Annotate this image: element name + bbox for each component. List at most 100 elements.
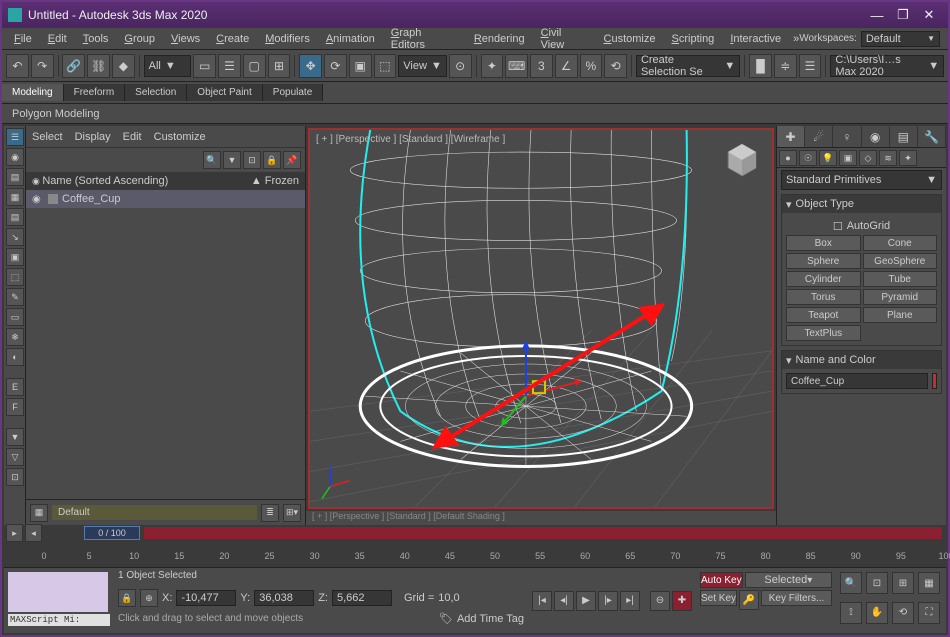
visibility-icon[interactable]: ◉ [32, 194, 44, 205]
tab-create[interactable]: ✚ [777, 126, 805, 147]
time-config-button[interactable]: ✚ [672, 591, 692, 611]
scene-tab-select[interactable]: Select [32, 131, 63, 143]
maximize-button[interactable]: ❐ [890, 5, 916, 25]
sub-systems-icon[interactable]: ✦ [899, 150, 917, 166]
menu-animation[interactable]: Animation [318, 31, 383, 47]
select-region-button[interactable]: ▢ [243, 54, 266, 78]
maxscript-listener[interactable]: MAXScript Mi: [8, 614, 110, 626]
shape-icon[interactable]: ↘ [6, 228, 24, 246]
filter-view-icon[interactable]: ▼ [223, 151, 241, 169]
setkey-button[interactable]: Set Key [700, 590, 737, 606]
tab-modify[interactable]: ☄ [805, 126, 833, 147]
sub-helpers-icon[interactable]: ◇ [859, 150, 877, 166]
sub-lights-icon[interactable]: 💡 [819, 150, 837, 166]
select-button[interactable]: ▭ [193, 54, 216, 78]
selection-set-icon[interactable]: ⊡ [243, 151, 261, 169]
viewcube[interactable] [722, 140, 762, 180]
book-icon[interactable]: ▤ [6, 168, 24, 186]
spinner-snap-button[interactable]: ⟲ [604, 54, 627, 78]
pyramid-button[interactable]: Pyramid [863, 289, 938, 305]
close-button[interactable]: ✕ [916, 5, 942, 25]
sub-shapes-icon[interactable]: ☉ [799, 150, 817, 166]
menu-edit[interactable]: Edit [40, 31, 75, 47]
autogrid-checkbox[interactable]: ☐ [833, 220, 843, 233]
timeline-tool1-icon[interactable]: ▸ [6, 524, 23, 542]
layer-default[interactable]: Default [52, 505, 257, 520]
unlink-button[interactable]: ⛓ [87, 54, 110, 78]
y-input[interactable]: 36,038 [254, 590, 314, 606]
textplus-button[interactable]: TextPlus [786, 325, 861, 341]
menu-modifiers[interactable]: Modifiers [257, 31, 318, 47]
named-selection-dropdown[interactable]: Create Selection Se▼ [636, 55, 740, 77]
ribbon-modeling[interactable]: Modeling [2, 84, 64, 101]
zoom-all-button[interactable]: ⊡ [866, 572, 888, 594]
bind-button[interactable]: ◆ [112, 54, 135, 78]
hide-icon[interactable]: ◐ [6, 348, 24, 366]
viewport-label[interactable]: [ + ] [Perspective ] [Standard ] [Wirefr… [316, 134, 505, 145]
key-mode-button[interactable]: ⊖ [650, 591, 670, 611]
torus-button[interactable]: Torus [786, 289, 861, 305]
goto-end-button[interactable]: ▸| [620, 591, 640, 611]
bone-icon[interactable]: ✎ [6, 288, 24, 306]
menu-rendering[interactable]: Rendering [466, 31, 533, 47]
sub-cameras-icon[interactable]: ▣ [839, 150, 857, 166]
refcoord-dropdown[interactable]: View▼ [398, 55, 447, 77]
menu-create[interactable]: Create [208, 31, 257, 47]
snap-button[interactable]: 3 [530, 54, 553, 78]
cylinder-button[interactable]: Cylinder [786, 271, 861, 287]
scene-tab-display[interactable]: Display [75, 131, 111, 143]
expand-icon[interactable]: ⊡ [6, 468, 24, 486]
eye-icon[interactable]: ◉ [6, 148, 24, 166]
ribbon-selection[interactable]: Selection [125, 84, 187, 101]
scene-item-coffee-cup[interactable]: ◉ Coffee_Cup [26, 190, 305, 208]
scene-header[interactable]: ◉ Name (Sorted Ascending) ▲ Frozen [26, 172, 305, 190]
zoom-extents-button[interactable]: ⊞ [892, 572, 914, 594]
item-e-icon[interactable]: E [6, 378, 24, 396]
layer-button[interactable]: ☰ [799, 54, 822, 78]
timeline-tool2-icon[interactable]: ◂ [25, 524, 42, 542]
space-icon[interactable]: ⬚ [6, 268, 24, 286]
next-frame-button[interactable]: |▸ [598, 591, 618, 611]
tab-utilities[interactable]: 🔧 [918, 126, 946, 147]
add-time-tag[interactable]: Add Time Tag [457, 613, 524, 625]
geosphere-button[interactable]: GeoSphere [863, 253, 938, 269]
light-icon[interactable]: ▤ [6, 208, 24, 226]
goto-start-button[interactable]: |◂ [532, 591, 552, 611]
pan-button[interactable]: ✋ [866, 602, 888, 624]
menu-tools[interactable]: Tools [75, 31, 117, 47]
menu-interactive[interactable]: Interactive [722, 31, 789, 47]
key-icon[interactable]: 🔑 [739, 590, 759, 610]
selected-dropdown[interactable]: Selected ▾ [745, 572, 832, 588]
z-input[interactable]: 5,662 [332, 590, 392, 606]
link-button[interactable]: 🔗 [62, 54, 85, 78]
ribbon-freeform[interactable]: Freeform [64, 84, 126, 101]
play-button[interactable]: ▶ [576, 591, 596, 611]
menu-customize[interactable]: Customize [596, 31, 664, 47]
prev-frame-button[interactable]: ◂| [554, 591, 574, 611]
scene-explorer-icon[interactable]: ☰ [6, 128, 24, 146]
collapse-icon[interactable]: ▽ [6, 448, 24, 466]
zoom-button[interactable]: 🔍 [840, 572, 862, 594]
mirror-button[interactable]: ▐▌ [749, 54, 772, 78]
search-icon[interactable]: 🔍 [203, 151, 221, 169]
x-input[interactable]: -10,477 [176, 590, 236, 606]
undo-button[interactable]: ↶ [6, 54, 29, 78]
selection-filter-dropdown[interactable]: All▼ [144, 55, 192, 77]
helper-icon[interactable]: ▣ [6, 248, 24, 266]
orbit-button[interactable]: ⟲ [892, 602, 914, 624]
sub-spacewarps-icon[interactable]: ≋ [879, 150, 897, 166]
tab-hierarchy[interactable]: ♀ [833, 126, 861, 147]
pivot-button[interactable]: ⊙ [449, 54, 472, 78]
keyboard-button[interactable]: ⌨ [505, 54, 528, 78]
tube-button[interactable]: Tube [863, 271, 938, 287]
select-name-button[interactable]: ☰ [218, 54, 241, 78]
window-crossing-button[interactable]: ⊞ [268, 54, 291, 78]
menu-file[interactable]: File [6, 31, 40, 47]
keyfilters-button[interactable]: Key Filters... [761, 590, 832, 606]
transform-typein-icon[interactable]: ⊕ [140, 589, 158, 607]
placement-button[interactable]: ⬚ [374, 54, 397, 78]
box-button[interactable]: Box [786, 235, 861, 251]
tab-motion[interactable]: ◉ [862, 126, 890, 147]
timetag-icon[interactable]: 🏷 [439, 612, 453, 625]
minimize-button[interactable]: — [864, 5, 890, 25]
